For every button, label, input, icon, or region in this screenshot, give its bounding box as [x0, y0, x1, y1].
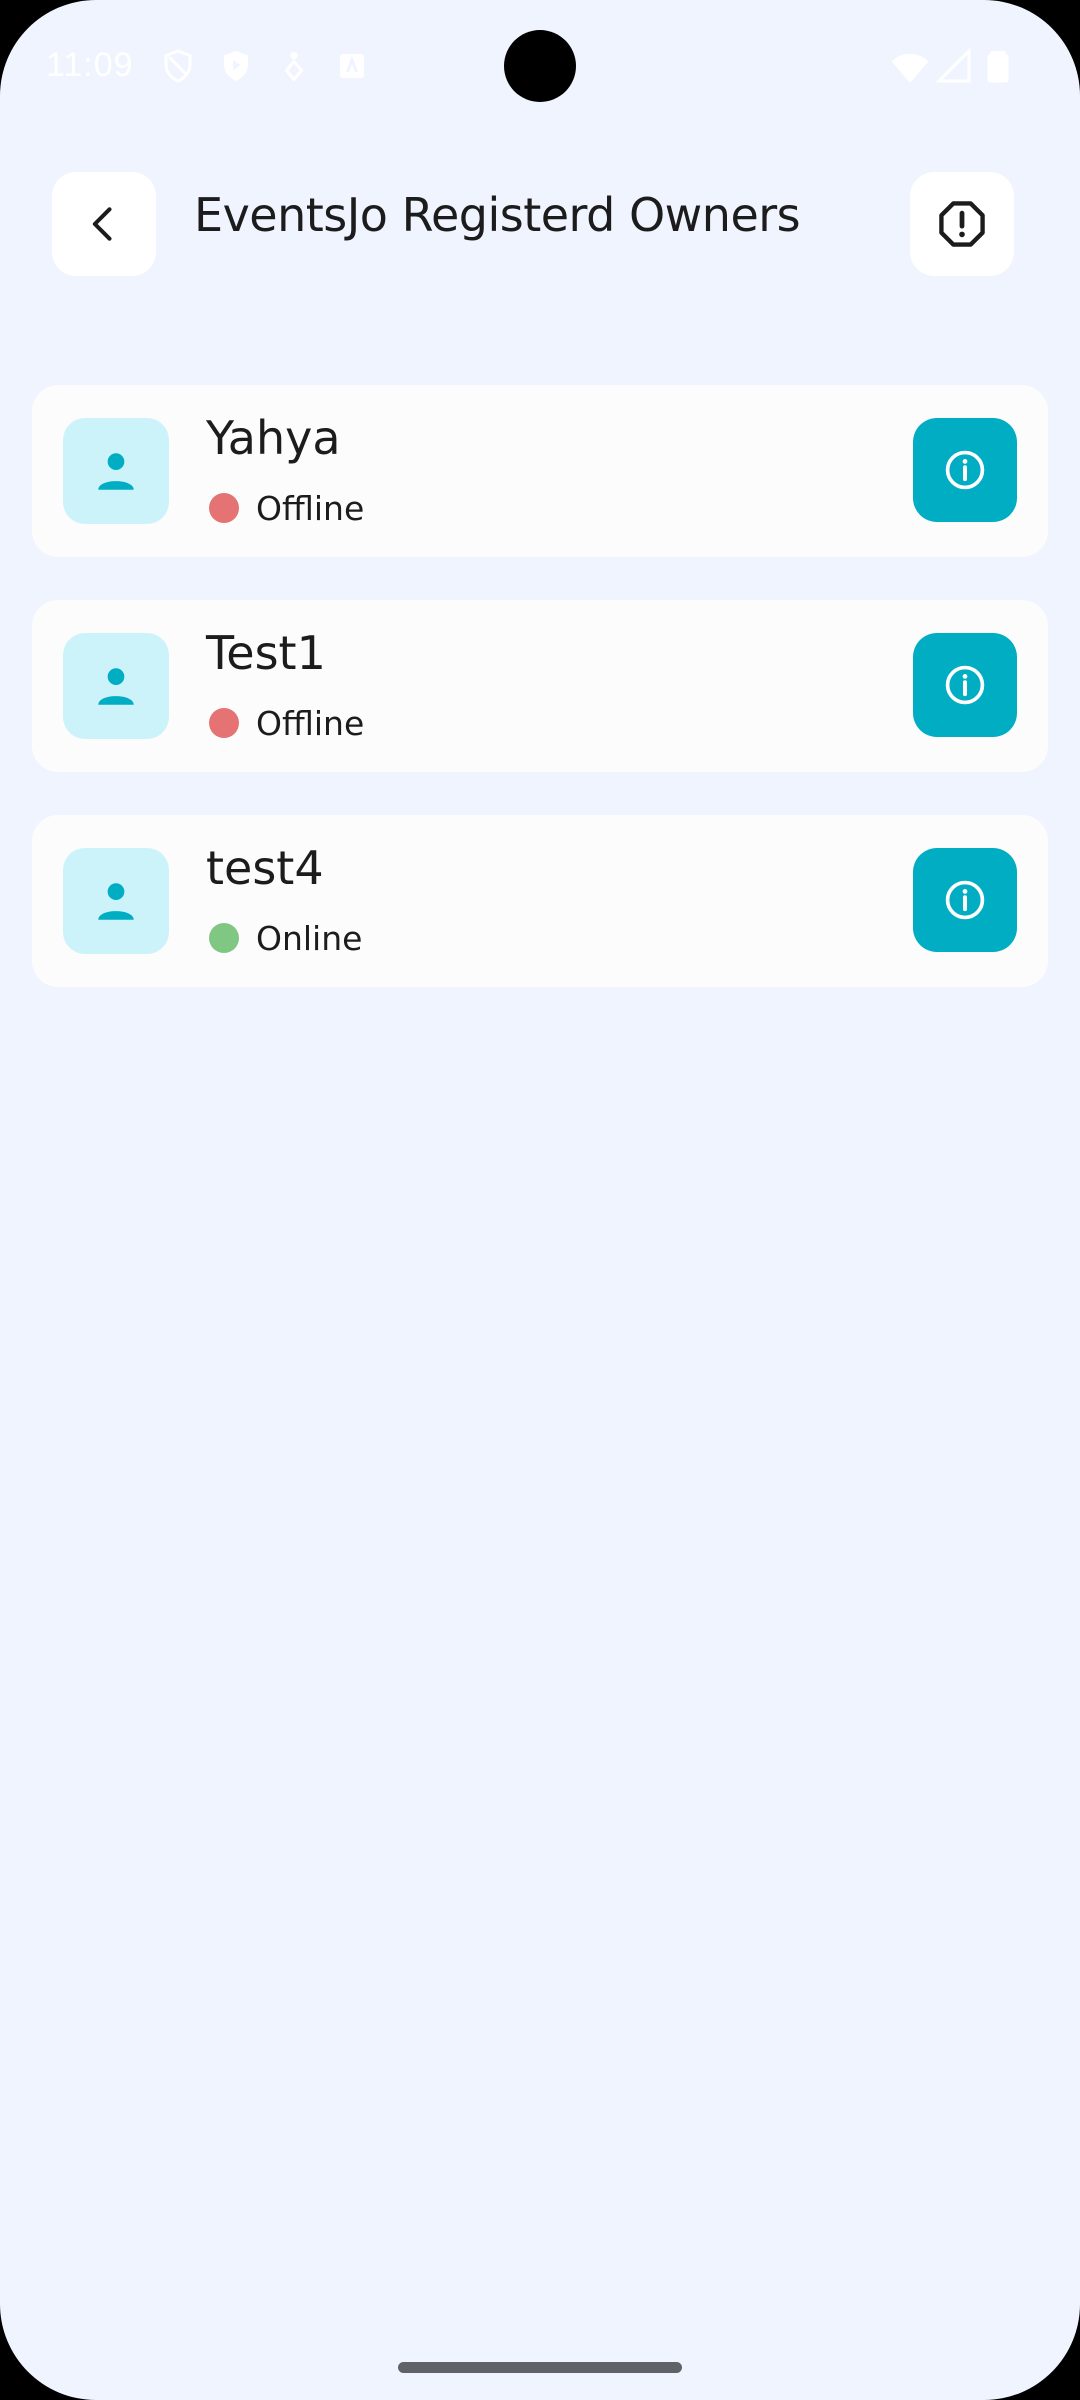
- owner-info-button[interactable]: [913, 633, 1017, 737]
- avatar: [63, 418, 169, 524]
- home-indicator[interactable]: [398, 2362, 682, 2373]
- owner-name: Test1: [206, 626, 326, 680]
- owner-info-button[interactable]: [913, 418, 1017, 522]
- owner-name: Yahya: [206, 411, 341, 465]
- status-label: Offline: [256, 704, 365, 743]
- shield-icon: [164, 49, 192, 83]
- avatar: [63, 848, 169, 954]
- chevron-left-icon: [92, 207, 112, 241]
- owner-name: test4: [206, 841, 324, 895]
- person-icon: [98, 453, 134, 490]
- avatar: [63, 633, 169, 739]
- info-icon: [945, 665, 985, 705]
- status-dot: [209, 923, 239, 953]
- signal-icon: [936, 48, 971, 83]
- store-icon: [340, 54, 364, 78]
- octagon-alert-icon: [939, 201, 985, 247]
- fitness-icon: [284, 51, 304, 82]
- owner-card[interactable]: test4 Online: [32, 815, 1048, 987]
- person-icon: [98, 883, 134, 920]
- person-icon: [98, 668, 134, 705]
- front-camera-cutout: [504, 30, 576, 102]
- owner-card[interactable]: Test1 Offline: [32, 600, 1048, 772]
- status-label: Offline: [256, 489, 365, 528]
- shield-play-icon: [224, 51, 248, 81]
- status-label: Online: [256, 919, 363, 958]
- owner-info-button[interactable]: [913, 848, 1017, 952]
- report-button[interactable]: [910, 172, 1014, 276]
- page-title: EventsJo Registerd Owners: [194, 188, 801, 242]
- owner-card[interactable]: Yahya Offline: [32, 385, 1048, 557]
- status-dot: [209, 708, 239, 738]
- status-time: 11:09: [46, 46, 134, 84]
- battery-icon: [987, 51, 1009, 83]
- back-button[interactable]: [52, 172, 156, 276]
- status-dot: [209, 493, 239, 523]
- info-icon: [945, 880, 985, 920]
- app-screen: 11:09 EventsJo Registerd Owners Yahya Of…: [0, 0, 1080, 2400]
- wifi-icon: [891, 53, 929, 83]
- info-icon: [945, 450, 985, 490]
